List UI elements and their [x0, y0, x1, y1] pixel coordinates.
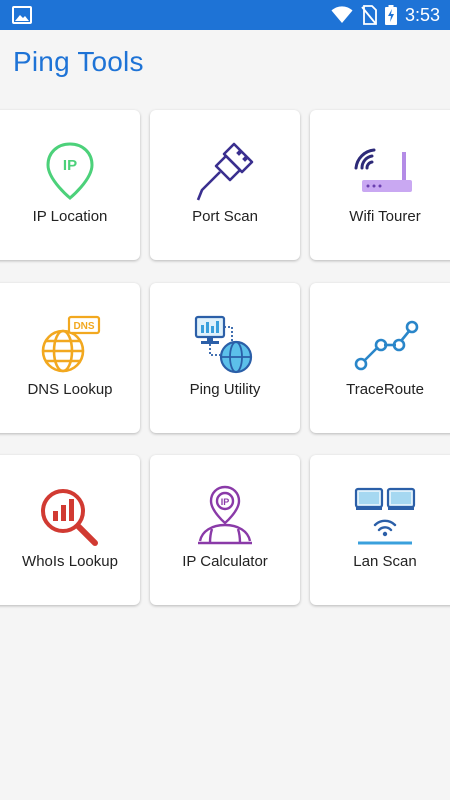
- whois-lookup-label: WhoIs Lookup: [22, 553, 118, 570]
- svg-text:IP: IP: [221, 497, 230, 507]
- tools-grid: IP IP Location Port Scan Wifi Tourer DNS…: [0, 0, 450, 800]
- lan-scan-label: Lan Scan: [353, 553, 417, 570]
- svg-text:DNS: DNS: [73, 321, 94, 332]
- traceroute-card[interactable]: TraceRoute: [310, 283, 450, 433]
- wifi-tourer-label: Wifi Tourer: [349, 208, 421, 225]
- dns-globe-icon: DNS: [41, 315, 101, 373]
- ip-calculator-label: IP Calculator: [182, 553, 268, 570]
- dns-lookup-card[interactable]: DNS DNS Lookup: [0, 283, 140, 433]
- traceroute-label: TraceRoute: [346, 381, 424, 398]
- lan-scan-card[interactable]: Lan Scan: [310, 455, 450, 605]
- dns-lookup-label: DNS Lookup: [27, 381, 113, 398]
- ip-location-card[interactable]: IP IP Location: [0, 110, 140, 260]
- wifi-tourer-card[interactable]: Wifi Tourer: [310, 110, 450, 260]
- ping-utility-label: Ping Utility: [189, 381, 261, 398]
- lan-computers-wifi-icon: [354, 487, 416, 545]
- computer-globe-icon: [194, 315, 253, 374]
- route-nodes-icon: [354, 320, 419, 371]
- usb-plug-icon: [196, 142, 254, 201]
- port-scan-label: Port Scan: [192, 208, 258, 225]
- ip-location-pin-icon: IP: [46, 142, 94, 200]
- magnifier-chart-icon: [41, 489, 98, 546]
- wifi-router-icon: [354, 148, 412, 192]
- port-scan-card[interactable]: Port Scan: [150, 110, 300, 260]
- ping-utility-card[interactable]: Ping Utility: [150, 283, 300, 433]
- ip-pin-map-icon: IP: [198, 485, 252, 545]
- whois-lookup-card[interactable]: WhoIs Lookup: [0, 455, 140, 605]
- ip-location-label: IP Location: [32, 208, 108, 225]
- svg-text:IP: IP: [63, 157, 77, 174]
- ip-calculator-card[interactable]: IP IP Calculator: [150, 455, 300, 605]
